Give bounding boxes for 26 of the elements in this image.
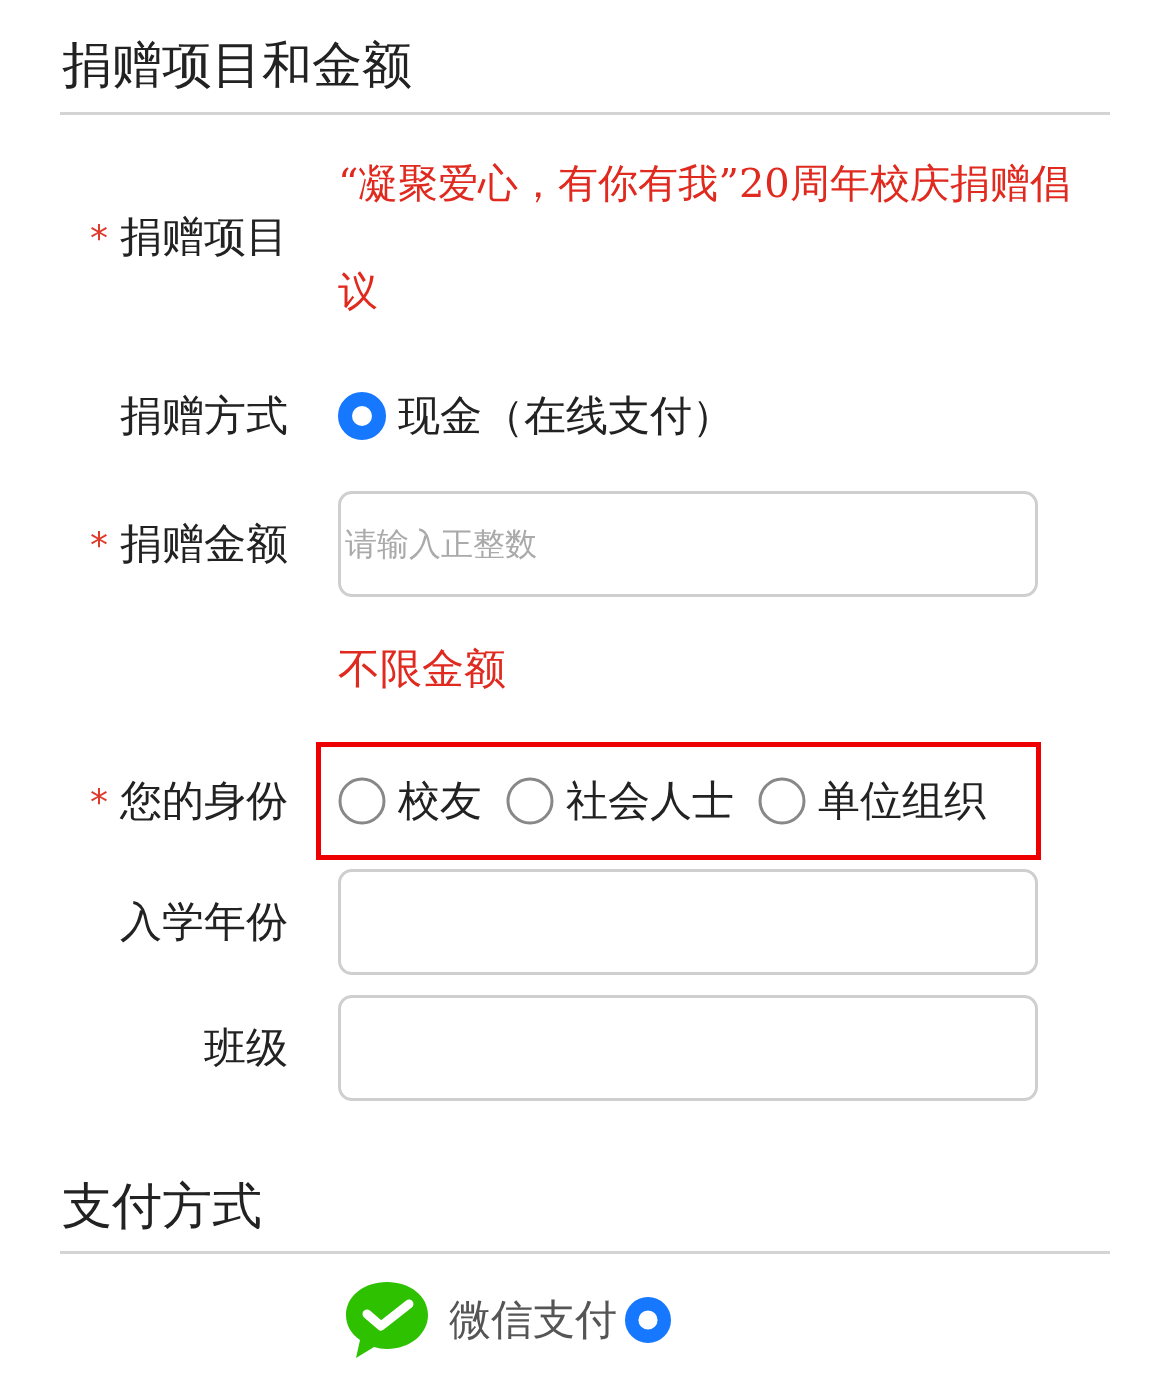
input-field[interactable]: 请输入正整数 <box>338 491 1038 597</box>
field-label: 捐赠金额 <box>120 518 288 570</box>
radio-button[interactable] <box>338 392 386 440</box>
section-title: 捐赠项目和金额 <box>61 35 413 96</box>
radio-button[interactable] <box>758 777 806 825</box>
required-mark: * <box>90 523 108 565</box>
field-label: 入学年份 <box>120 896 288 948</box>
radio-option[interactable]: 单位组织 <box>758 773 986 829</box>
radio-option[interactable]: 社会人士 <box>506 773 734 829</box>
field-label: 捐赠方式 <box>120 390 288 442</box>
required-mark: * <box>90 780 108 822</box>
radio-option[interactable]: 校友 <box>338 773 482 829</box>
field-label: 班级 <box>204 1022 288 1074</box>
input-field[interactable] <box>338 869 1038 975</box>
section-title: 支付方式 <box>61 1176 263 1237</box>
payment-option[interactable]: 微信支付 <box>449 1292 671 1348</box>
field-label: 捐赠项目 <box>120 211 288 263</box>
required-mark: * <box>90 216 108 258</box>
radio-option[interactable]: 现金（在线支付） <box>338 388 734 444</box>
radio-button[interactable] <box>625 1297 671 1343</box>
amount-note: 不限金额 <box>338 643 506 695</box>
field-label: 您的身份 <box>120 775 288 827</box>
project-name: “凝聚爱心，有你有我”20周年校庆捐赠倡议 <box>338 159 1071 316</box>
radio-button[interactable] <box>338 777 386 825</box>
radio-button[interactable] <box>506 777 554 825</box>
input-field[interactable] <box>338 995 1038 1101</box>
